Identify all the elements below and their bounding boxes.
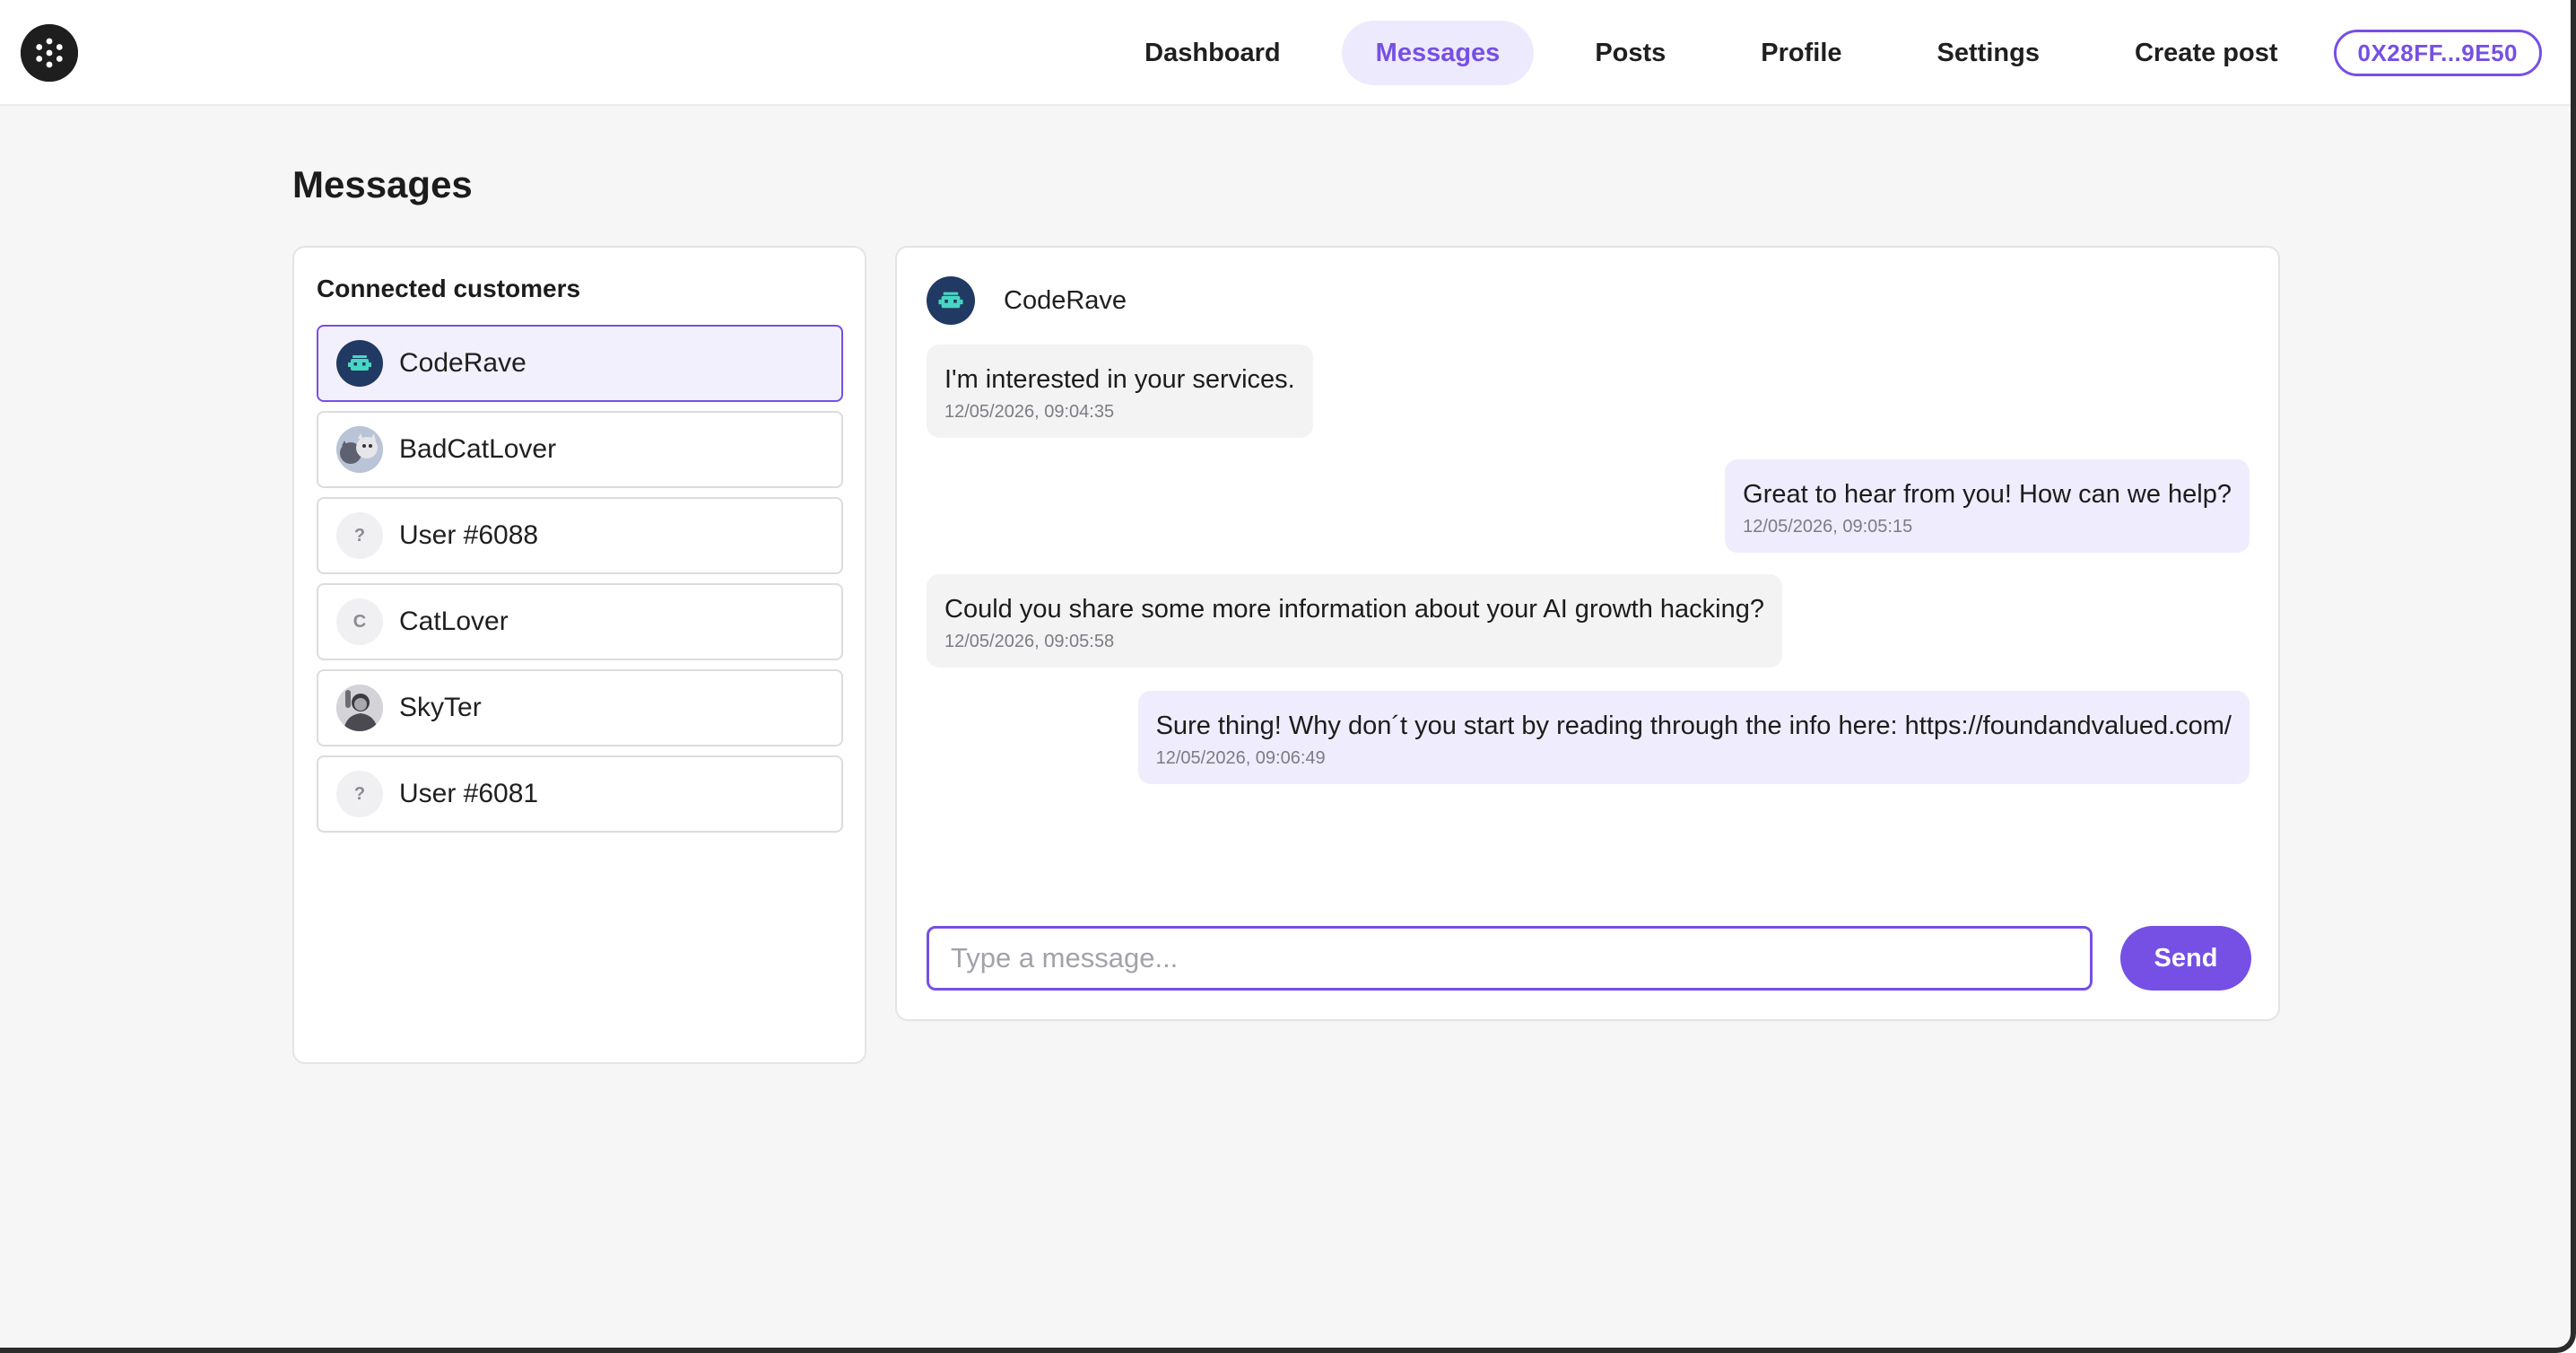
robot-avatar-icon	[927, 276, 975, 325]
chat-contact-name: CodeRave	[1004, 285, 1127, 315]
initial-avatar: C	[336, 598, 383, 645]
connected-customers-panel: Connected customers CodeRave BadCatLover…	[292, 246, 866, 1064]
message-timestamp: 12/05/2026, 09:04:35	[944, 402, 1115, 422]
chat-panel: CodeRave I'm interested in your services…	[895, 246, 2280, 1021]
customer-name: BadCatLover	[399, 434, 557, 464]
customer-item-user-6081[interactable]: ? User #6081	[317, 755, 843, 833]
message-text: Could you share some more information ab…	[944, 595, 1764, 624]
customer-name: CodeRave	[399, 348, 527, 378]
customer-item-badcatlover[interactable]: BadCatLover	[317, 411, 843, 488]
message-timestamp: 12/05/2026, 09:06:49	[1155, 748, 1326, 768]
message-text: I'm interested in your services.	[944, 365, 1295, 394]
nav-posts[interactable]: Posts	[1561, 21, 1700, 85]
top-navigation-bar: Dashboard Messages Posts Profile Setting…	[0, 0, 2571, 106]
nav-profile[interactable]: Profile	[1727, 21, 1875, 85]
message-bubble-outgoing: Great to hear from you! How can we help?…	[1725, 459, 2250, 553]
placeholder-avatar: ?	[336, 771, 383, 817]
message-timestamp: 12/05/2026, 09:05:15	[1743, 517, 1913, 537]
nav-messages[interactable]: Messages	[1341, 21, 1535, 85]
message-bubble-incoming: I'm interested in your services. 12/05/2…	[927, 345, 1313, 438]
cat-photo-avatar-icon	[336, 426, 383, 473]
message-text: Great to hear from you! How can we help?	[1743, 480, 2232, 509]
message-input[interactable]	[927, 926, 2093, 991]
main-nav: Dashboard Messages Posts Profile Setting…	[1083, 20, 2542, 86]
nav-settings[interactable]: Settings	[1903, 21, 2074, 85]
logo-icon[interactable]	[21, 24, 78, 82]
message-timestamp: 12/05/2026, 09:05:58	[944, 632, 1115, 651]
send-button[interactable]: Send	[2120, 926, 2251, 991]
nav-dashboard[interactable]: Dashboard	[1110, 21, 1314, 85]
message-bubble-outgoing: Sure thing! Why don´t you start by readi…	[1137, 691, 2250, 784]
customer-list: CodeRave BadCatLover ? User #6088 C CatL…	[317, 325, 843, 842]
customer-item-catlover[interactable]: C CatLover	[317, 583, 843, 660]
customers-panel-title: Connected customers	[317, 275, 581, 302]
customer-item-coderave[interactable]: CodeRave	[317, 325, 843, 402]
message-text: Sure thing! Why don´t you start by readi…	[1155, 711, 2232, 740]
page-title: Messages	[292, 163, 473, 205]
customer-name: SkyTer	[399, 693, 482, 722]
customer-name: User #6081	[399, 779, 539, 808]
chat-header: CodeRave	[927, 276, 1127, 325]
wallet-address-button[interactable]: 0X28FF...9E50	[2333, 30, 2542, 76]
app-window: Dashboard Messages Posts Profile Setting…	[0, 0, 2576, 1353]
placeholder-avatar: ?	[336, 512, 383, 559]
robot-avatar-icon	[336, 340, 383, 387]
customer-item-user-6088[interactable]: ? User #6088	[317, 497, 843, 574]
message-bubble-incoming: Could you share some more information ab…	[927, 574, 1782, 668]
customer-name: User #6088	[399, 520, 539, 550]
customer-item-skyter[interactable]: SkyTer	[317, 669, 843, 746]
customer-name: CatLover	[399, 607, 509, 636]
person-photo-avatar-icon	[336, 685, 383, 731]
nav-create-post[interactable]: Create post	[2101, 21, 2312, 85]
